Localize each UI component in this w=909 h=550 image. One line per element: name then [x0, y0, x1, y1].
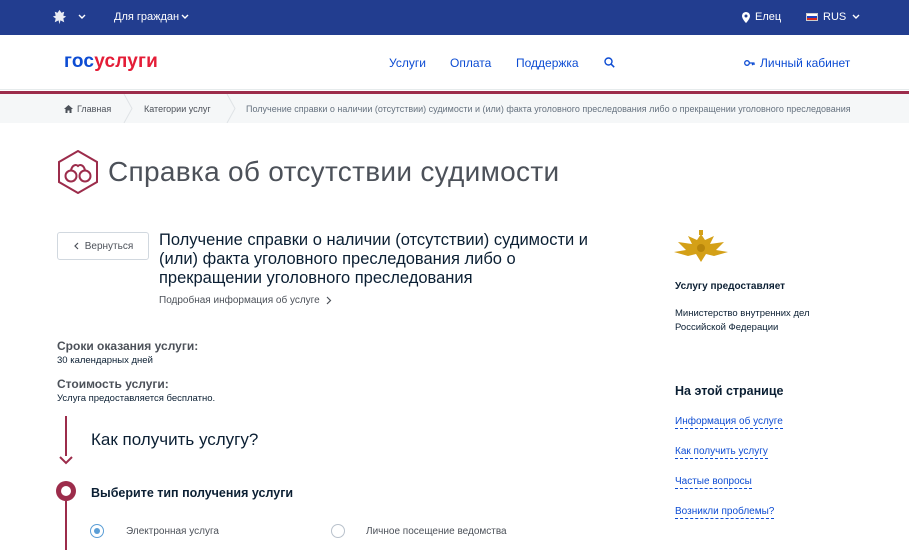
back-button-label: Вернуться — [84, 240, 134, 252]
chevron-down-icon[interactable] — [852, 13, 860, 21]
link-service-info[interactable]: Информация об услуге — [675, 416, 783, 429]
state-emblem-icon[interactable] — [50, 8, 69, 27]
radio-personal-visit-label[interactable]: Личное посещение ведомства — [366, 526, 507, 537]
mvd-emblem-icon — [674, 230, 728, 262]
arrow-down-icon — [59, 456, 73, 465]
nav-services[interactable]: Услуги — [389, 56, 426, 70]
site-header: госуслуги Услуги Оплата Поддержка Личный… — [0, 35, 909, 90]
link-faq[interactable]: Частые вопросы — [675, 476, 752, 489]
chevron-left-icon — [73, 242, 79, 250]
breadcrumb-current: Получение справки о наличии (отсутствии)… — [246, 104, 851, 114]
language-label: RUS — [823, 11, 847, 23]
handcuffs-icon — [58, 150, 98, 194]
on-this-page-heading: На этой странице — [675, 384, 784, 398]
terms-label: Сроки оказания услуги: — [57, 339, 199, 353]
radio-electronic-service[interactable] — [90, 524, 104, 538]
radio-electronic-label[interactable]: Электронная услуга — [126, 526, 219, 537]
breadcrumb-home[interactable]: Главная — [64, 104, 111, 114]
link-how-to-get[interactable]: Как получить услугу — [675, 446, 768, 459]
nav-payment[interactable]: Оплата — [450, 56, 491, 70]
breadcrumb-home-label: Главная — [77, 104, 112, 114]
page-title: Справка об отсутствии судимости — [108, 156, 560, 187]
terms-value: 30 календарных дней — [57, 355, 153, 366]
step-title: Выберите тип получения услуги — [91, 486, 294, 500]
top-bar: Для граждан Елец RUS — [0, 0, 909, 35]
service-title: Получение справки о наличии (отсутствии)… — [159, 231, 589, 287]
radio-personal-visit[interactable] — [331, 524, 345, 538]
personal-cabinet-link[interactable]: Личный кабинет — [744, 56, 850, 70]
gosuslugi-logo[interactable]: госуслуги — [64, 51, 158, 73]
timeline-line — [65, 501, 67, 550]
search-icon[interactable] — [604, 57, 615, 68]
how-to-get-heading: Как получить услугу? — [91, 430, 259, 449]
cost-value: Услуга предоставляется бесплатно. — [57, 393, 216, 404]
provider-name: Министерство внутренних дел Российской Ф… — [675, 308, 810, 333]
breadcrumb-separator — [123, 94, 133, 123]
city-label: Елец — [755, 11, 782, 23]
home-icon — [64, 105, 73, 113]
key-icon — [744, 60, 755, 66]
chevron-right-icon — [326, 296, 332, 305]
audience-selector[interactable]: Для граждан — [114, 11, 179, 23]
back-button[interactable]: Вернуться — [57, 232, 149, 260]
logo-part-uslugi: услуги — [94, 51, 159, 72]
provider-heading: Услугу предоставляет — [675, 281, 786, 292]
link-problems[interactable]: Возникли проблемы? — [675, 506, 775, 519]
chevron-down-icon[interactable] — [181, 13, 189, 21]
more-info-link[interactable]: Подробная информация об услуге — [159, 295, 332, 306]
breadcrumb-separator — [226, 94, 236, 123]
step-marker — [56, 481, 76, 501]
city-selector[interactable]: Елец — [742, 11, 781, 23]
russian-flag-icon — [806, 13, 818, 21]
nav-support[interactable]: Поддержка — [516, 56, 579, 70]
cost-label: Стоимость услуги: — [57, 377, 169, 391]
cabinet-label: Личный кабинет — [760, 56, 851, 70]
more-info-label: Подробная информация об услуге — [159, 295, 320, 306]
breadcrumb-categories[interactable]: Категории услуг — [144, 104, 211, 114]
logo-part-gos: гос — [64, 51, 95, 72]
chevron-down-icon[interactable] — [78, 13, 86, 21]
language-selector[interactable]: RUS — [806, 11, 846, 23]
location-pin-icon — [742, 11, 750, 23]
breadcrumb: Главная Категории услуг Получение справк… — [0, 91, 909, 123]
